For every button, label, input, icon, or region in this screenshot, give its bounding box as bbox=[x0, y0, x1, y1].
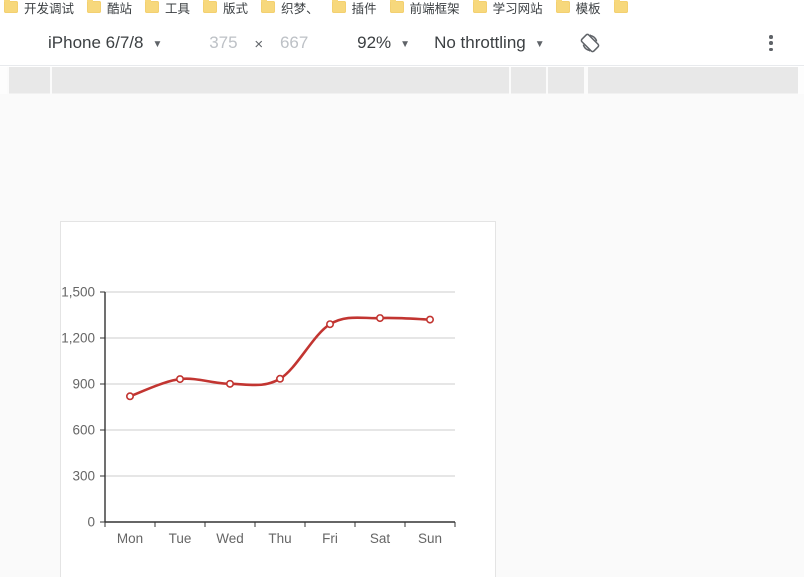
bookmarks-clip: 开发调试 酷站 工具 版式 织梦、 插件 前端框架 学习网站 模板 bbox=[0, 0, 804, 21]
browser-window: 开发调试 酷站 工具 版式 织梦、 插件 前端框架 学习网站 模板 iPhone 6/7/8 ▼… bbox=[0, 0, 804, 577]
ruler-divider bbox=[584, 67, 588, 94]
device-ruler-strip bbox=[0, 67, 804, 94]
ruler-divider bbox=[50, 67, 52, 94]
data-point-marker[interactable] bbox=[325, 320, 334, 329]
ruler-gap bbox=[0, 67, 7, 94]
data-point-marker[interactable] bbox=[176, 375, 185, 384]
y-axis-tick-label: 600 bbox=[72, 423, 95, 438]
y-axis-tick-label: 300 bbox=[72, 469, 95, 484]
folder-icon bbox=[4, 0, 18, 13]
folder-icon bbox=[613, 0, 628, 13]
zoom-selector[interactable]: 92% ▼ bbox=[357, 33, 410, 53]
x-axis-tick-label: Sat bbox=[370, 531, 391, 546]
bookmark-item[interactable]: 织梦、 bbox=[257, 0, 328, 17]
x-axis-tick-label: Wed bbox=[216, 531, 244, 546]
bookmark-label: 版式 bbox=[223, 2, 249, 16]
y-axis-tick-label: 1,200 bbox=[61, 331, 95, 346]
folder-icon bbox=[261, 0, 276, 13]
y-axis-tick-label: 0 bbox=[87, 515, 95, 530]
bookmark-label: 工具 bbox=[165, 2, 191, 16]
viewport-height-input[interactable] bbox=[273, 33, 316, 53]
chevron-down-icon: ▼ bbox=[534, 38, 545, 50]
folder-icon bbox=[331, 0, 346, 13]
data-point-marker[interactable] bbox=[425, 315, 434, 324]
bookmark-label: 模板 bbox=[575, 2, 601, 16]
ruler-divider bbox=[7, 67, 9, 94]
bookmark-label: 学习网站 bbox=[492, 2, 543, 16]
bookmark-item[interactable]: 工具 bbox=[141, 0, 199, 17]
device-selector[interactable]: iPhone 6/7/8 ▼ bbox=[48, 33, 162, 53]
bookmark-label: 前端框架 bbox=[409, 2, 460, 16]
bookmark-item[interactable]: 酷站 bbox=[83, 0, 141, 17]
bookmark-label: 开发调试 bbox=[24, 2, 75, 16]
line-chart: 0 300 600 900 1,200 1,500 Mon Tue Wed Thu Fri Sat Su… bbox=[61, 222, 495, 546]
folder-icon bbox=[555, 0, 570, 13]
data-point-marker[interactable] bbox=[375, 314, 384, 323]
data-point-marker[interactable] bbox=[276, 374, 285, 383]
device-selector-label: iPhone 6/7/8 bbox=[48, 33, 144, 52]
bookmark-label: 织梦、 bbox=[281, 2, 319, 16]
x-axis-tick-label: Thu bbox=[268, 531, 291, 546]
bookmarks-bar: 开发调试 酷站 工具 版式 织梦、 插件 前端框架 学习网站 模板 bbox=[0, 0, 804, 21]
menu-dot bbox=[769, 47, 773, 51]
folder-icon bbox=[389, 0, 404, 13]
device-emulation-toolbar: iPhone 6/7/8 ▼ × 92% ▼ No throttling ▼ bbox=[0, 21, 804, 66]
bookmarks-list: 开发调试 酷站 工具 版式 织梦、 插件 前端框架 学习网站 模板 bbox=[0, 0, 637, 21]
bookmark-item-overflow[interactable] bbox=[610, 0, 637, 17]
bookmark-item[interactable]: 插件 bbox=[328, 0, 386, 17]
viewport-width-input[interactable] bbox=[202, 33, 245, 53]
more-vertical-icon[interactable] bbox=[762, 33, 780, 53]
bookmark-item[interactable]: 前端框架 bbox=[386, 0, 469, 17]
x-axis-tick-label: Fri bbox=[322, 531, 338, 546]
y-axis-tick-label: 900 bbox=[72, 377, 95, 392]
chevron-down-icon: ▼ bbox=[400, 38, 411, 50]
data-point-marker[interactable] bbox=[126, 392, 135, 401]
emulation-canvas: 0 300 600 900 1,200 1,500 Mon Tue Wed Thu Fri Sat Su… bbox=[0, 94, 804, 577]
zoom-level-label: 92% bbox=[357, 33, 392, 52]
y-axis-tick-label: 1,500 bbox=[61, 285, 95, 300]
menu-dot bbox=[769, 41, 773, 45]
bookmark-label: 插件 bbox=[351, 2, 377, 16]
x-axis-tick-label: Tue bbox=[169, 531, 192, 546]
ruler-divider bbox=[546, 67, 548, 94]
x-axis-tick-label: Sun bbox=[418, 531, 442, 546]
data-point-marker[interactable] bbox=[226, 379, 235, 388]
bookmark-item[interactable]: 版式 bbox=[199, 0, 257, 17]
chevron-down-icon: ▼ bbox=[152, 38, 163, 50]
bookmark-item[interactable]: 开发调试 bbox=[0, 0, 83, 17]
folder-icon bbox=[472, 0, 487, 13]
dimension-separator: × bbox=[254, 35, 264, 53]
ruler-divider bbox=[509, 67, 511, 94]
menu-dot bbox=[769, 35, 773, 39]
rotate-icon[interactable] bbox=[577, 30, 603, 56]
ruler-gap bbox=[798, 67, 804, 94]
x-axis-tick-label: Mon bbox=[117, 531, 143, 546]
throttling-label: No throttling bbox=[434, 33, 526, 52]
folder-icon bbox=[145, 0, 160, 13]
device-viewport: 0 300 600 900 1,200 1,500 Mon Tue Wed Thu Fri Sat Su… bbox=[61, 222, 495, 577]
bookmark-item[interactable]: 模板 bbox=[552, 0, 610, 17]
bookmark-item[interactable]: 学习网站 bbox=[469, 0, 552, 17]
bookmark-label: 酷站 bbox=[107, 2, 133, 16]
folder-icon bbox=[87, 0, 102, 13]
line-chart-svg: 0 300 600 900 1,200 1,500 Mon Tue Wed Thu Fri Sat Su… bbox=[61, 285, 456, 546]
throttling-selector[interactable]: No throttling ▼ bbox=[434, 33, 545, 53]
folder-icon bbox=[203, 0, 218, 13]
